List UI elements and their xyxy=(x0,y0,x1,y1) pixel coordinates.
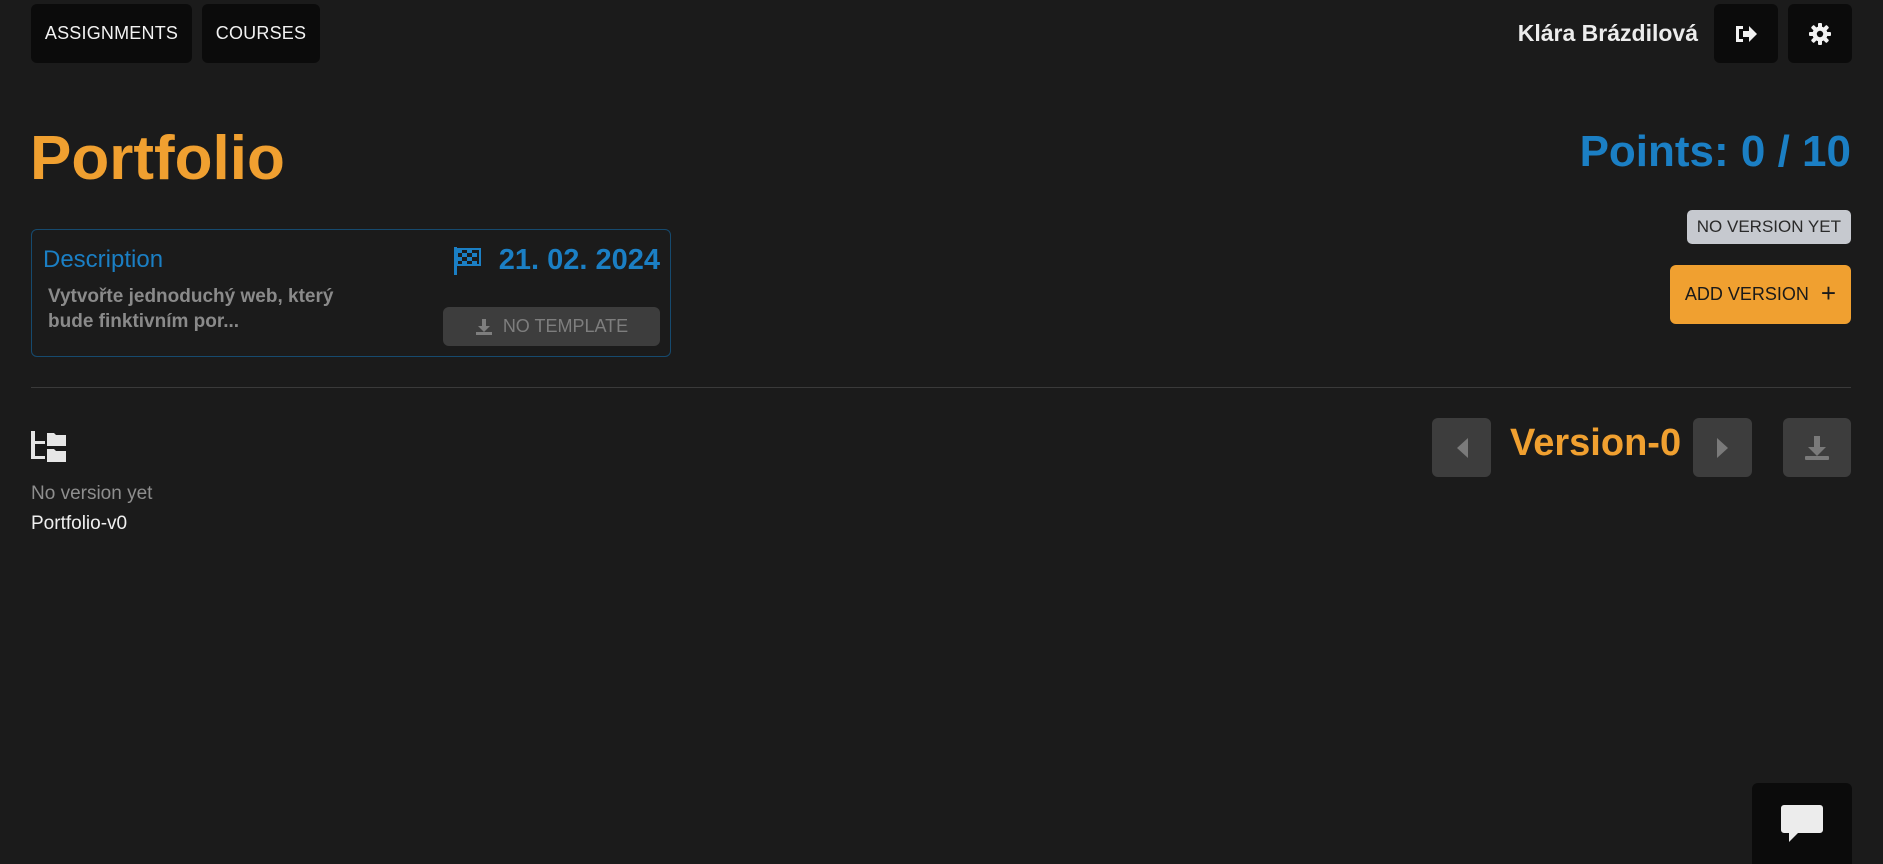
download-version-button[interactable] xyxy=(1783,418,1851,477)
no-template-label: NO TEMPLATE xyxy=(502,316,629,336)
folder-tree-icon xyxy=(31,431,66,462)
add-version-label: ADD VERSION xyxy=(1684,284,1809,304)
next-version-button[interactable] xyxy=(1693,418,1752,477)
points-display: Points: 0 / 10 xyxy=(1579,127,1851,176)
settings-button[interactable] xyxy=(1788,4,1852,63)
plus-icon: + xyxy=(1820,278,1837,308)
description-text: Vytvořte jednoduchý web, který bude fink… xyxy=(48,286,334,332)
deadline-date: 21. 02. 2024 xyxy=(498,244,660,276)
add-version-button[interactable]: ADD VERSION + xyxy=(1670,265,1851,324)
previous-version-button[interactable] xyxy=(1432,418,1491,477)
download-icon xyxy=(1805,435,1829,460)
download-icon xyxy=(475,318,492,335)
no-template-button[interactable]: NO TEMPLATE xyxy=(443,307,660,346)
nav-courses-button[interactable]: COURSES xyxy=(202,4,320,63)
version-label: Version-0 xyxy=(1510,422,1682,464)
sign-out-icon xyxy=(1736,25,1757,42)
description-heading: Description xyxy=(43,246,164,273)
divider xyxy=(31,387,1851,388)
file-name[interactable]: Portfolio-v0 xyxy=(31,513,127,535)
gear-icon xyxy=(1809,22,1831,45)
nav-assignments-button[interactable]: ASSIGNMENTS xyxy=(31,4,192,63)
no-version-text: No version yet xyxy=(31,483,153,504)
caret-right-icon xyxy=(1716,437,1728,458)
logout-button[interactable] xyxy=(1714,4,1778,63)
caret-left-icon xyxy=(1456,437,1468,458)
description-card[interactable]: Description Vytvořte jednoduchý web, kte… xyxy=(31,229,671,357)
checkered-flag-icon xyxy=(453,246,481,275)
chat-button[interactable] xyxy=(1752,783,1852,864)
deadline: 21. 02. 2024 xyxy=(453,244,660,277)
user-name: Klára Brázdilová xyxy=(1517,20,1698,46)
page-title: Portfolio xyxy=(30,124,285,193)
page: ASSIGNMENTS COURSES Klára Brázdilová Por xyxy=(0,0,1883,864)
comment-icon xyxy=(1781,804,1823,842)
status-badge: NO VERSION YET xyxy=(1686,210,1851,244)
